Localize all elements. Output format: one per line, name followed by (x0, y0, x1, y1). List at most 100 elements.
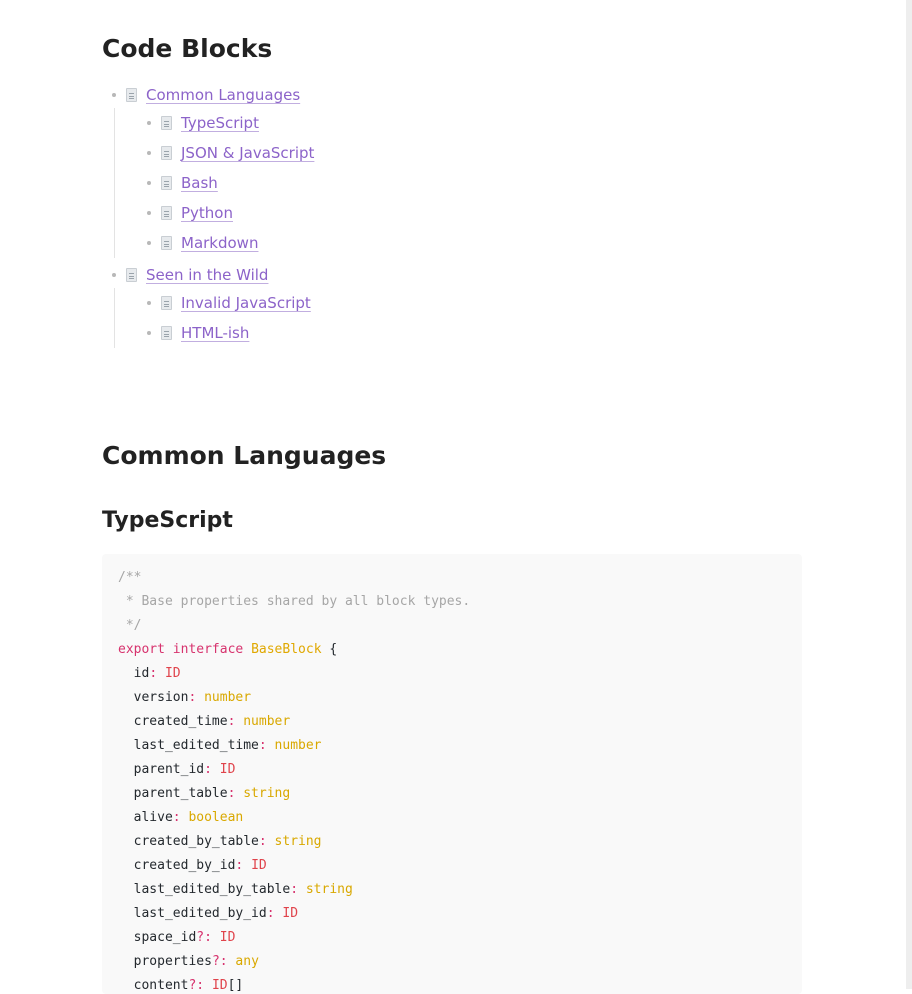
document-icon (161, 206, 172, 220)
code-field-type: ID (282, 906, 299, 921)
toc-subsection-link[interactable]: Bash (181, 174, 218, 192)
toc-subsection-row: HTML-ish (147, 318, 802, 348)
toc-subsection-link[interactable]: HTML-ish (181, 324, 249, 342)
document-icon (126, 88, 137, 102)
code-field-key: last_edited_by_id (133, 906, 267, 921)
code-field-type: ID (219, 762, 236, 777)
code-array-brackets: [] (227, 978, 244, 993)
scrollbar-track[interactable] (906, 0, 912, 989)
code-separator: : (235, 858, 252, 873)
bullet-dot-icon (147, 121, 151, 125)
code-field-key: parent_table (133, 786, 228, 801)
heading-typescript: TypeScript (102, 508, 233, 533)
toc-subsection-row: TypeScript (147, 108, 802, 138)
bullet-dot-icon (147, 181, 151, 185)
document-icon (161, 146, 172, 160)
code-field-key: space_id (133, 930, 197, 945)
code-separator: : (149, 666, 165, 681)
toc-item: Common Languages TypeScript JSON & JavaScr… (102, 82, 802, 258)
document-icon (161, 326, 172, 340)
code-field-key: created_by_table (133, 834, 259, 849)
code-field-key: last_edited_by_table (133, 882, 291, 897)
code-field-key: properties (133, 954, 212, 969)
code-separator: : (266, 906, 283, 921)
toc-subsection-link[interactable]: JSON & JavaScript (181, 144, 314, 162)
code-field-type: ID (211, 978, 228, 993)
toc-subsection-link[interactable]: TypeScript (181, 114, 259, 132)
code-field-type: ID (164, 666, 181, 681)
toc-subsection-row: JSON & JavaScript (147, 138, 802, 168)
toc-subitem: HTML-ish (147, 318, 802, 348)
code-field-type: string (305, 882, 353, 897)
code-field-type: any (235, 954, 259, 969)
toc-subitem: Markdown (147, 228, 802, 258)
toc-section-row: Seen in the Wild (112, 262, 802, 288)
code-comment: * Base properties shared by all block ty… (118, 594, 471, 609)
code-separator: : (258, 738, 275, 753)
heading-common-languages: Common Languages (102, 441, 387, 470)
toc-item: Seen in the Wild Invalid JavaScript HTML-i… (102, 262, 802, 348)
code-field-key: id (133, 666, 150, 681)
code-field-key: created_by_id (133, 858, 236, 873)
bullet-dot-icon (147, 331, 151, 335)
document-icon (161, 236, 172, 250)
code-separator: ?: (188, 978, 212, 993)
bullet-dot-icon (112, 93, 116, 97)
code-field-type: ID (219, 930, 236, 945)
bullet-dot-icon (112, 273, 116, 277)
toc-list: Common Languages TypeScript JSON & JavaScr… (102, 82, 802, 348)
table-of-contents: Common Languages TypeScript JSON & JavaScr… (102, 82, 802, 348)
toc-subsection-link[interactable]: Markdown (181, 234, 258, 252)
code-keyword: interface (172, 642, 244, 657)
bullet-dot-icon (147, 211, 151, 215)
code-field-type: number (274, 738, 322, 753)
toc-subitem: TypeScript (147, 108, 802, 138)
page-title: Code Blocks (102, 34, 273, 63)
code-separator: : (204, 762, 220, 777)
code-separator: : (227, 786, 244, 801)
toc-section-link[interactable]: Seen in the Wild (146, 266, 268, 284)
bullet-dot-icon (147, 241, 151, 245)
code-separator: : (172, 810, 189, 825)
code-field-type: string (243, 786, 291, 801)
code-interface-name: BaseBlock (251, 642, 322, 657)
document-icon (161, 116, 172, 130)
code-separator: ?: (211, 954, 236, 969)
document-icon (161, 296, 172, 310)
toc-subsection-row: Invalid JavaScript (147, 288, 802, 318)
toc-subitem: Invalid JavaScript (147, 288, 802, 318)
code-comment: */ (118, 618, 142, 633)
code-comment: /** (118, 570, 142, 585)
code-field-key: alive (133, 810, 173, 825)
code-separator: ?: (196, 930, 220, 945)
toc-subitem: JSON & JavaScript (147, 138, 802, 168)
code-separator: : (188, 690, 205, 705)
code-field-type: boolean (188, 810, 244, 825)
toc-subitem: Python (147, 198, 802, 228)
code-field-key: created_time (133, 714, 228, 729)
code-brace: { (329, 642, 338, 657)
code-field-type: string (274, 834, 322, 849)
code-separator: : (258, 834, 275, 849)
toc-subsection-link[interactable]: Invalid JavaScript (181, 294, 311, 312)
code-field-key: parent_id (133, 762, 205, 777)
toc-section-row: Common Languages (112, 82, 802, 108)
document-icon (161, 176, 172, 190)
toc-subsection-row: Bash (147, 168, 802, 198)
code-field-type: number (243, 714, 291, 729)
toc-subsection-link[interactable]: Python (181, 204, 233, 222)
code-field-key: version (133, 690, 189, 705)
code-separator: : (290, 882, 306, 897)
toc-section-link[interactable]: Common Languages (146, 86, 300, 104)
toc-sublist: Invalid JavaScript HTML-ish (114, 288, 802, 348)
bullet-dot-icon (147, 151, 151, 155)
toc-subsection-row: Markdown (147, 228, 802, 258)
toc-subsection-row: Python (147, 198, 802, 228)
code-field-key: content (133, 978, 189, 993)
document-icon (126, 268, 137, 282)
toc-sublist: TypeScript JSON & JavaScript Bash Python Mar… (114, 108, 802, 258)
code-separator: : (227, 714, 244, 729)
code-field-key: last_edited_time (133, 738, 259, 753)
code-keyword: export (118, 642, 165, 657)
toc-subitem: Bash (147, 168, 802, 198)
